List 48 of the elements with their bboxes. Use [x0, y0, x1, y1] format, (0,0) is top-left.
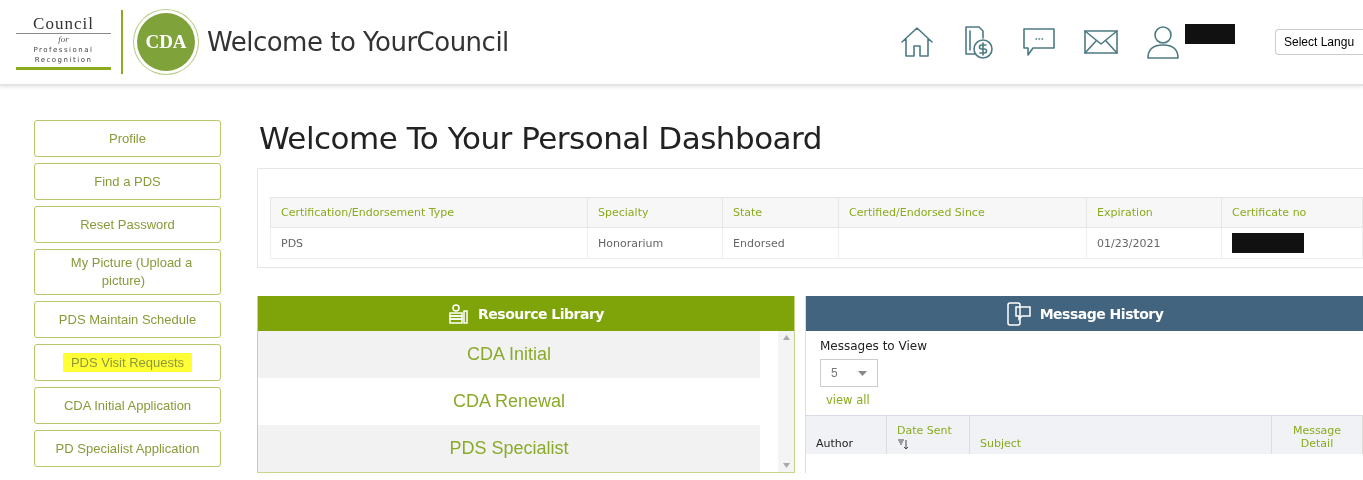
- caret-icon: [858, 370, 867, 376]
- page-title: Welcome To Your Personal Dashboard: [259, 120, 823, 156]
- library-link[interactable]: CDA Initial: [258, 331, 760, 378]
- panel-title: Message History: [1039, 305, 1164, 322]
- sidebar-button[interactable]: PD Specialist Application: [34, 430, 221, 467]
- column-header[interactable]: Subject: [969, 415, 1272, 454]
- count-select[interactable]: 5: [820, 359, 878, 387]
- table-cell: PDS: [270, 227, 588, 259]
- column-header: Certified/Endorsed Since: [838, 197, 1087, 228]
- column-header: Expiration: [1086, 197, 1222, 228]
- header-label: Author: [816, 437, 854, 450]
- mail-icon[interactable]: [1083, 28, 1119, 56]
- sidebar-button[interactable]: PDS Visit Requests: [34, 344, 221, 381]
- phone-chat-icon: [1005, 301, 1032, 326]
- column-header[interactable]: Date Sent: [886, 415, 970, 454]
- column-header: Certificate no: [1221, 197, 1363, 228]
- redaction-block: [1185, 24, 1235, 44]
- column-header[interactable]: Message Detail: [1271, 415, 1363, 454]
- language-select[interactable]: Select Langu: [1275, 29, 1363, 55]
- panel-title: Resource Library: [478, 305, 604, 322]
- header-label: Date Sent: [897, 424, 952, 437]
- header-label: Subject: [980, 437, 1022, 450]
- column-header: Specialty: [587, 197, 723, 228]
- site-title: Welcome to YourCouncil: [207, 27, 509, 57]
- logo-text: for: [16, 32, 111, 45]
- view-all-link[interactable]: view all: [826, 393, 870, 407]
- column-header: Certification/Endorsement Type: [270, 197, 588, 228]
- sidebar-button[interactable]: CDA Initial Application: [34, 387, 221, 424]
- cda-badge: CDA: [137, 13, 195, 71]
- user-icon[interactable]: [1145, 24, 1181, 60]
- table-cell: Honorarium: [587, 227, 723, 259]
- sidebar-button[interactable]: My Picture (Upload a picture): [34, 249, 221, 295]
- sidebar-button[interactable]: Profile: [34, 120, 221, 157]
- books-icon: [448, 302, 471, 325]
- header-label: Message Detail: [1291, 424, 1343, 450]
- table-cell: 01/23/2021: [1086, 227, 1222, 259]
- home-icon[interactable]: [899, 24, 935, 60]
- sidebar-button[interactable]: Reset Password: [34, 206, 221, 243]
- field-label: Messages to View: [820, 339, 927, 353]
- sort-icon: [897, 438, 909, 450]
- logo-text: Council: [33, 14, 94, 33]
- chat-icon[interactable]: [1021, 26, 1057, 58]
- library-link[interactable]: PDS Specialist: [258, 425, 760, 472]
- redaction-block: [1232, 233, 1304, 253]
- sidebar-button[interactable]: PDS Maintain Schedule: [34, 301, 221, 338]
- sidebar-button[interactable]: Find a PDS: [34, 163, 221, 200]
- table-cell: Endorsed: [722, 227, 839, 259]
- column-header: State: [722, 197, 839, 228]
